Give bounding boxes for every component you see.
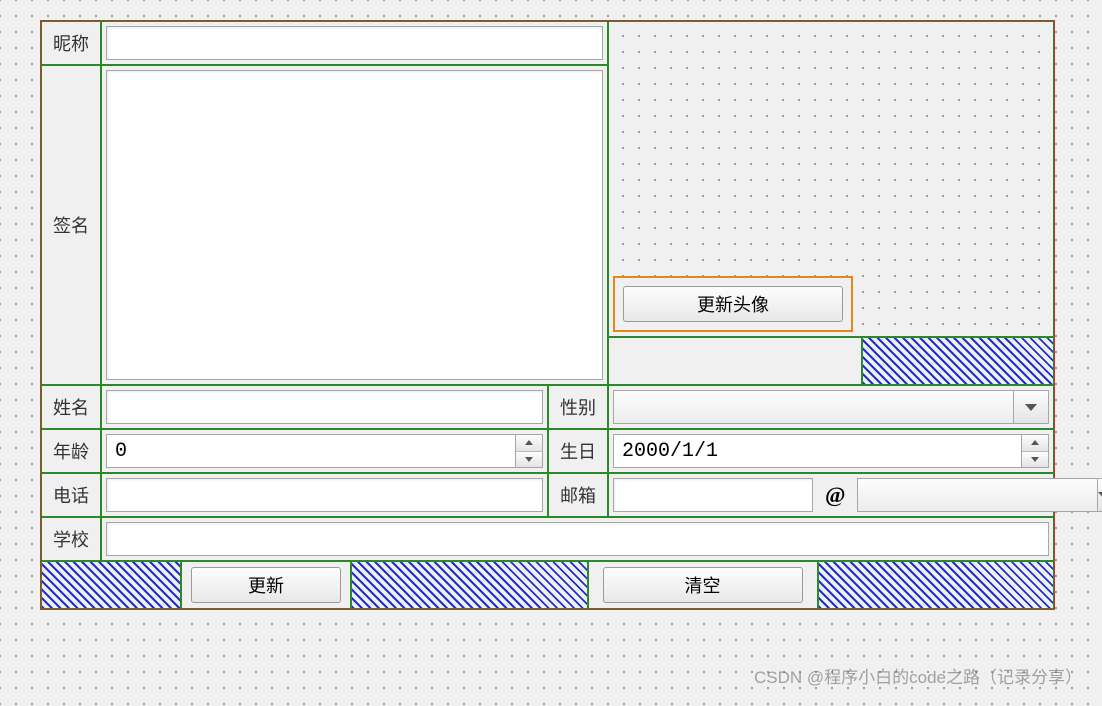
update-avatar-button[interactable]: 更新头像 — [623, 286, 843, 322]
label-name: 姓名 — [41, 385, 101, 429]
birthday-down-button[interactable] — [1022, 452, 1048, 468]
clear-button[interactable]: 清空 — [603, 567, 803, 603]
avatar-preview-area: 更新头像 — [608, 21, 1054, 337]
label-signature: 签名 — [41, 65, 101, 385]
signature-textarea[interactable] — [106, 70, 603, 380]
email-user-input[interactable] — [613, 478, 813, 512]
spacer — [818, 561, 1055, 609]
update-button[interactable]: 更新 — [191, 567, 341, 603]
chevron-up-icon — [525, 440, 533, 445]
phone-input[interactable] — [106, 478, 543, 512]
email-domain-value[interactable] — [857, 478, 1097, 512]
chevron-down-icon — [525, 457, 533, 462]
email-domain-combobox[interactable] — [857, 478, 1007, 512]
age-up-button[interactable] — [516, 435, 542, 452]
gender-value[interactable] — [613, 390, 1013, 424]
form-layout: 昵称 签名 更新头像 — [40, 20, 1055, 610]
age-input[interactable] — [106, 434, 515, 468]
birthday-dateedit[interactable] — [613, 434, 1049, 468]
label-gender: 性别 — [548, 385, 608, 429]
birthday-up-button[interactable] — [1022, 435, 1048, 452]
school-input[interactable] — [106, 522, 1049, 556]
name-input[interactable] — [106, 390, 543, 424]
label-school: 学校 — [41, 517, 101, 561]
age-down-button[interactable] — [516, 452, 542, 468]
gender-combobox[interactable] — [613, 390, 1049, 424]
age-spinbox[interactable] — [106, 434, 543, 468]
label-age: 年龄 — [41, 429, 101, 473]
chevron-down-icon — [1098, 492, 1102, 499]
avatar-btn-cell — [608, 337, 862, 385]
label-email: 邮箱 — [548, 473, 608, 517]
label-birthday: 生日 — [548, 429, 608, 473]
label-nickname: 昵称 — [41, 21, 101, 65]
birthday-input[interactable] — [613, 434, 1021, 468]
spacer — [41, 561, 181, 609]
spacer — [862, 337, 1054, 385]
at-symbol: @ — [817, 478, 853, 512]
nickname-input[interactable] — [106, 26, 603, 60]
label-phone: 电话 — [41, 473, 101, 517]
chevron-up-icon — [1031, 440, 1039, 445]
chevron-down-icon — [1025, 404, 1037, 411]
watermark: CSDN @程序小白的code之路（记录分享） — [754, 663, 1082, 688]
avatar-button-selection: 更新头像 — [613, 276, 853, 332]
gender-dropdown-button[interactable] — [1013, 390, 1049, 424]
spacer — [351, 561, 588, 609]
email-domain-dropdown-button[interactable] — [1097, 478, 1102, 512]
chevron-down-icon — [1031, 457, 1039, 462]
